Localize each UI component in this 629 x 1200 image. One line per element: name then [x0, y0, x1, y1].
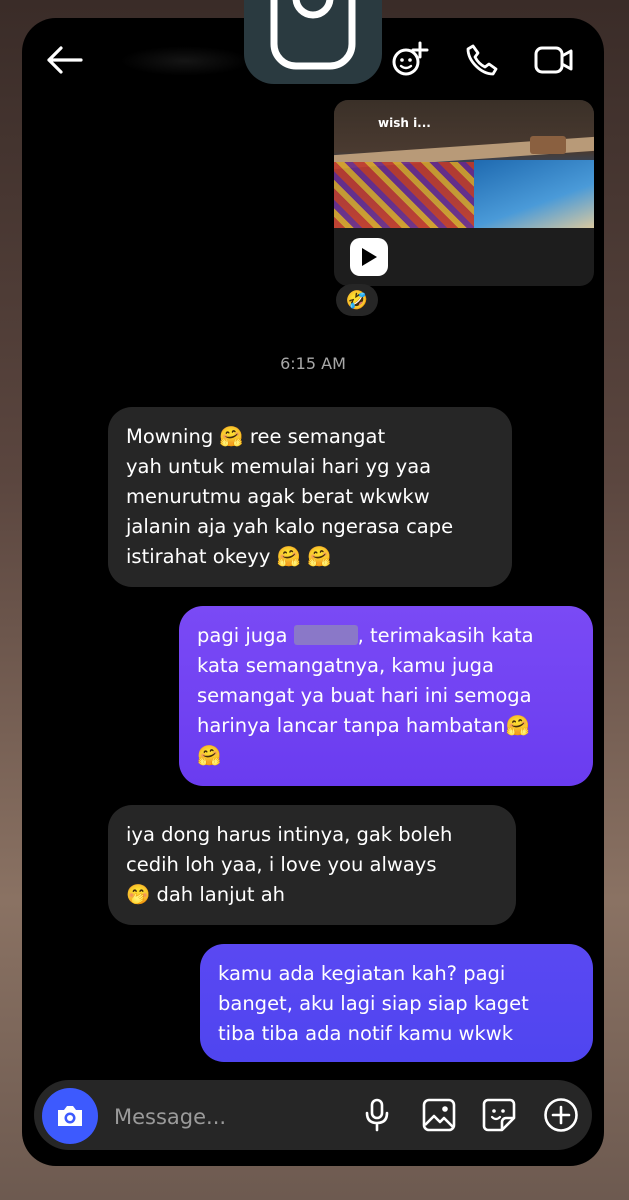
camera-icon[interactable]: [42, 1088, 98, 1144]
phone-icon[interactable]: [462, 40, 502, 80]
plus-icon[interactable]: [542, 1096, 580, 1134]
sticker-icon[interactable]: [480, 1096, 518, 1134]
message-sent[interactable]: pagi juga , terimakasih kata kata semang…: [179, 606, 593, 786]
contact-name-redacted[interactable]: [120, 46, 250, 76]
play-icon[interactable]: [350, 238, 388, 276]
message-sent[interactable]: kamu ada kegiatan kah? pagi banget, aku …: [200, 944, 593, 1062]
thumb-tool: [530, 136, 566, 154]
message-received[interactable]: iya dong harus intinya, gak boleh cedih …: [108, 805, 516, 925]
shared-reel-card[interactable]: wish i...: [334, 100, 594, 286]
thumb-cloth: [334, 162, 474, 228]
thumb-cloth-blue: [474, 160, 594, 228]
video-icon[interactable]: [532, 40, 576, 80]
arrow-left-icon[interactable]: [42, 42, 86, 78]
gallery-icon[interactable]: [420, 1096, 458, 1134]
reaction-emoji[interactable]: 🤣: [336, 284, 378, 316]
reel-caption: wish i...: [378, 116, 431, 130]
message-timestamp: 6:15 AM: [280, 354, 346, 373]
message-input[interactable]: [112, 1096, 336, 1138]
message-composer: [34, 1080, 592, 1150]
message-received[interactable]: Mowning 🤗 ree semangat yah untuk memulai…: [108, 407, 512, 587]
add-people-icon[interactable]: [388, 38, 432, 82]
reel-thumbnail[interactable]: wish i...: [334, 100, 594, 228]
microphone-icon[interactable]: [358, 1096, 396, 1134]
instagram-logo-icon: [244, 0, 382, 84]
message-text-start: pagi juga: [197, 624, 294, 647]
dm-thread-screen: wish i... 🤣 6:15 AM Mowning 🤗 ree semang…: [22, 18, 604, 1166]
redacted-name: [293, 625, 358, 645]
